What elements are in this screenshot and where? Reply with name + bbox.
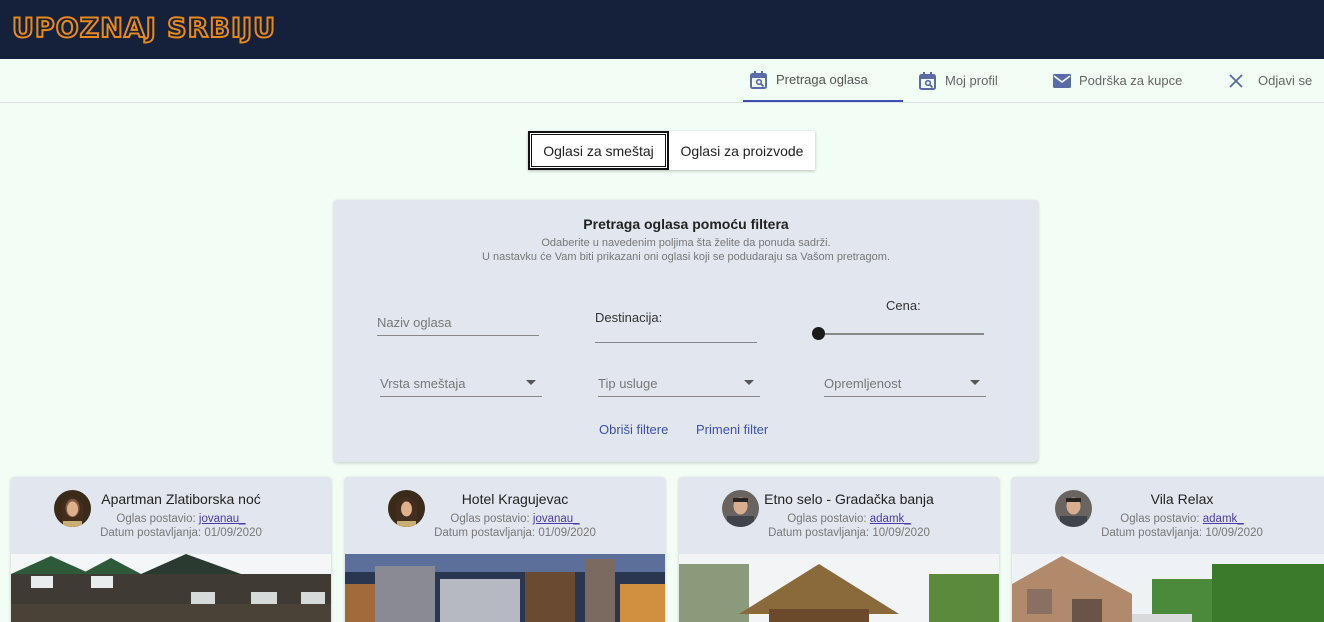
calendar-search-icon xyxy=(918,71,938,91)
card-image xyxy=(345,554,665,622)
apply-filter-button[interactable]: Primeni filter xyxy=(696,422,768,437)
card-date: Datum postavljanja: 01/09/2020 xyxy=(434,527,596,539)
card-title: Hotel Kragujevac xyxy=(461,491,569,507)
service-type-select[interactable]: Tip usluge xyxy=(598,366,760,397)
filter-panel: Pretraga oglasa pomoću filtera Odaberite… xyxy=(334,200,1038,462)
card-image xyxy=(11,554,331,622)
ad-type-toggle: Oglasi za smeštaj Oglasi za proizvode xyxy=(528,131,815,170)
card-posted-by: Oglas postavio: adamk_ xyxy=(787,513,911,525)
calendar-search-icon xyxy=(749,70,769,90)
author-link[interactable]: jovanau_ xyxy=(533,513,580,525)
nav-item-podrska[interactable]: Podrška za kupce xyxy=(1052,59,1182,102)
nav-item-label: Pretraga oglasa xyxy=(776,72,868,87)
ad-card[interactable]: Vila Relax Oglas postavio: adamk_ Datum … xyxy=(1012,477,1324,622)
chevron-down-icon xyxy=(744,380,754,385)
author-link[interactable]: adamk_ xyxy=(870,513,911,525)
close-icon xyxy=(1226,71,1246,91)
author-link[interactable]: jovanau_ xyxy=(199,513,246,525)
nav-item-pretraga-oglasa[interactable]: Pretraga oglasa xyxy=(743,59,903,102)
nav-item-odjavi-se[interactable]: Odjavi se xyxy=(1226,59,1312,102)
card-date: Datum postavljanja: 10/09/2020 xyxy=(768,527,930,539)
card-image xyxy=(679,554,999,622)
ad-name-input[interactable]: Naziv oglasa xyxy=(377,308,539,336)
card-posted-by: Oglas postavio: jovanau_ xyxy=(450,513,580,525)
filter-title: Pretraga oglasa pomoću filtera xyxy=(583,216,789,232)
destination-label: Destinacija: xyxy=(595,310,663,325)
nav-item-label: Odjavi se xyxy=(1258,73,1313,88)
author-link[interactable]: adamk_ xyxy=(1203,513,1244,525)
card-date: Datum postavljanja: 01/09/2020 xyxy=(100,527,262,539)
card-title: Vila Relax xyxy=(1150,491,1214,507)
card-image xyxy=(1012,554,1324,622)
price-label: Cena: xyxy=(886,298,921,313)
ad-card[interactable]: Hotel Kragujevac Oglas postavio: jovanau… xyxy=(345,477,665,622)
card-date: Datum postavljanja: 10/09/2020 xyxy=(1101,527,1263,539)
card-posted-by: Oglas postavio: adamk_ xyxy=(1120,513,1244,525)
chevron-down-icon xyxy=(526,380,536,385)
mail-icon xyxy=(1052,71,1072,91)
ad-card[interactable]: Etno selo - Gradačka banja Oglas postavi… xyxy=(679,477,999,622)
nav-item-label: Podrška za kupce xyxy=(1079,73,1183,88)
filter-subtitle-2: U nastavku će Vam biti prikazani oni ogl… xyxy=(481,251,891,263)
price-slider-thumb[interactable] xyxy=(812,327,825,340)
clear-filters-button[interactable]: Obriši filtere xyxy=(599,422,668,437)
accommodation-ads-button[interactable]: Oglasi za smeštaj xyxy=(528,131,669,170)
equipment-select[interactable]: Opremljenost xyxy=(824,366,986,397)
ad-card[interactable]: Apartman Zlatiborska noć Oglas postavio:… xyxy=(11,477,331,622)
filter-subtitle: Odaberite u navedenim poljima šta želite… xyxy=(541,237,831,249)
card-title: Apartman Zlatiborska noć xyxy=(101,491,261,507)
nav-bar: Pretraga oglasa Moj profil Podrška za ku… xyxy=(0,59,1324,103)
destination-input[interactable] xyxy=(595,326,757,343)
app-logo[interactable]: UPOZNAJ SRBIJU xyxy=(11,12,276,45)
nav-item-moj-profil[interactable]: Moj profil xyxy=(918,59,998,102)
card-title: Etno selo - Gradačka banja xyxy=(764,491,934,507)
card-posted-by: Oglas postavio: jovanau_ xyxy=(116,513,246,525)
top-bar: UPOZNAJ SRBIJU xyxy=(0,0,1324,59)
price-slider-track[interactable] xyxy=(818,333,984,335)
chevron-down-icon xyxy=(970,380,980,385)
nav-item-label: Moj profil xyxy=(945,73,998,88)
accommodation-type-select[interactable]: Vrsta smeštaja xyxy=(380,366,542,397)
product-ads-button[interactable]: Oglasi za proizvode xyxy=(669,131,815,170)
